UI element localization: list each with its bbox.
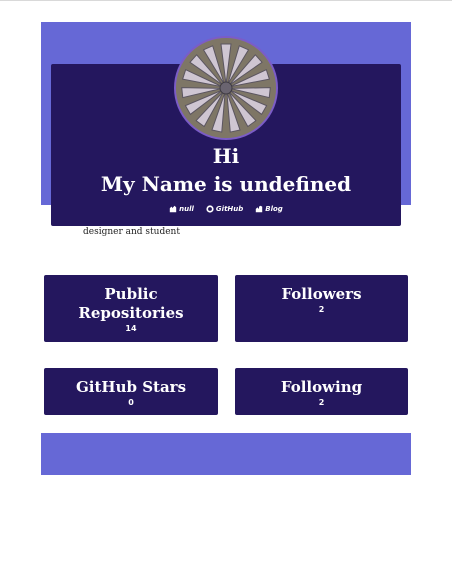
avatar [174,36,278,140]
stat-card-github-stars: GitHub Stars 0 [44,368,218,415]
stat-label: Public Repositories [78,285,184,322]
avatar-image [176,38,276,138]
company-icon [169,205,177,213]
stat-value: 0 [128,398,134,407]
stat-label: Following [280,378,363,396]
blog-icon [256,205,263,213]
profile-links: null GitHub Blog [51,205,401,213]
github-link-label: GitHub [215,205,244,213]
stat-value: 2 [318,398,325,407]
github-icon [206,205,214,213]
company-link-label: null [179,205,194,213]
stat-card-following: Following 2 [235,368,408,415]
stat-label: Followers [281,285,362,303]
stat-card-followers: Followers 2 [235,275,408,342]
name-heading: My Name is undefined [100,172,352,196]
blog-link-label: Blog [265,205,283,213]
top-divider [0,0,452,1]
company-link[interactable]: null [169,205,194,213]
stat-value: 2 [318,305,325,314]
stat-value: 14 [125,324,137,333]
bio-text: designer and student [83,227,180,237]
stat-card-public-repositories: Public Repositories 14 [44,275,218,342]
stat-label: GitHub Stars [75,378,187,396]
github-link[interactable]: GitHub [206,205,243,213]
greeting-heading: Hi [212,144,240,168]
blog-link[interactable]: Blog [255,205,283,213]
footer-bar [41,433,411,475]
